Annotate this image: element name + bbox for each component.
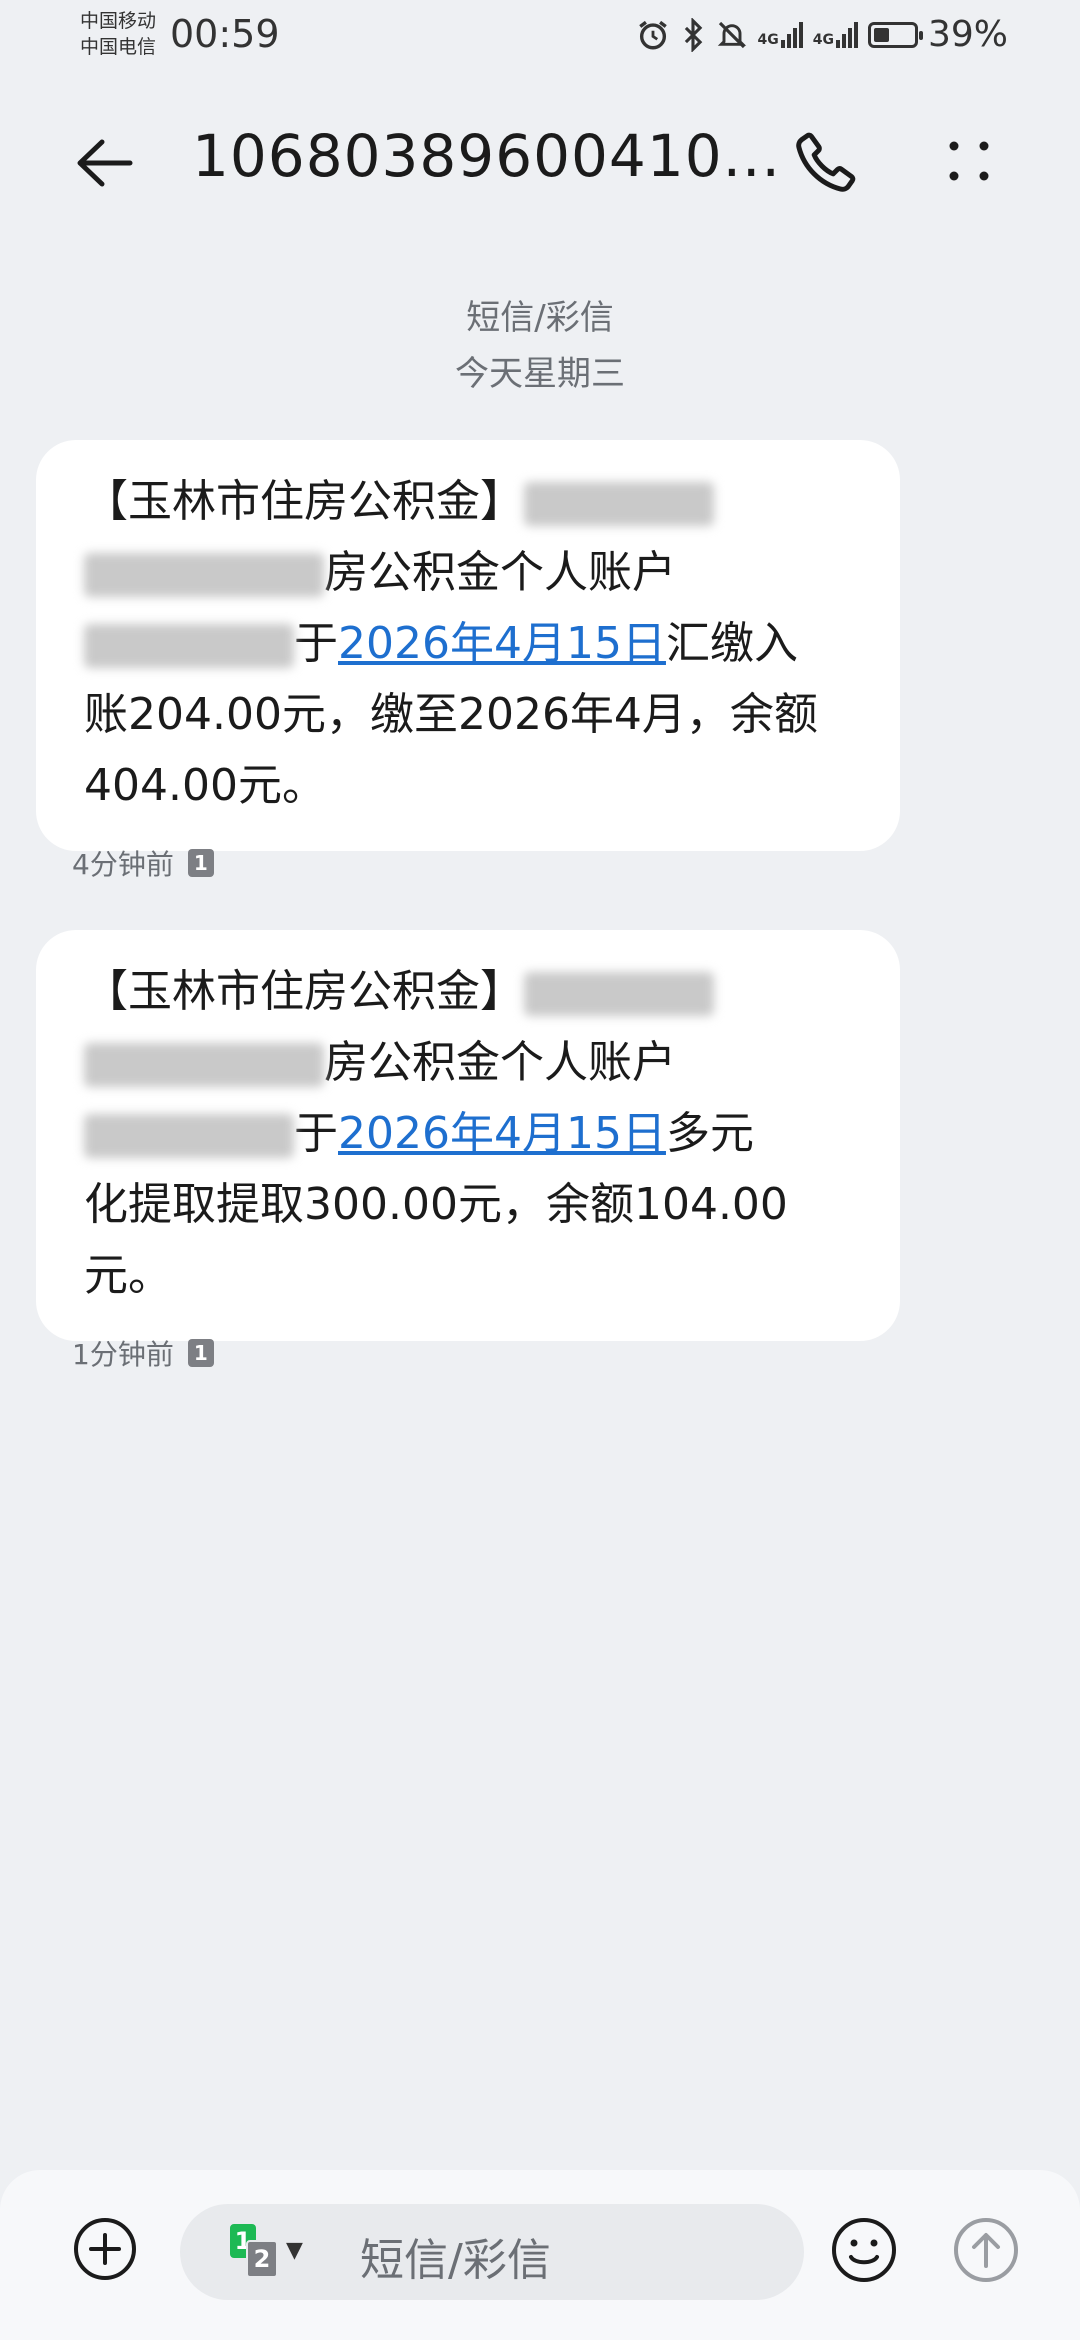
message-line: 房公积金个人账户 [84,537,856,608]
message-line: 【玉林市住房公积金】 [84,956,856,1027]
carrier-2: 中国电信 [80,36,157,58]
message-text: 汇缴入 [665,618,798,669]
back-button[interactable] [70,128,140,198]
more-vertical-icon [949,141,989,181]
message-text: 元。 [84,1250,172,1301]
message-time: 1分钟前 [72,1338,174,1371]
redacted-text [84,1114,294,1158]
smile-icon [832,2218,896,2282]
network-type-2: 4G [812,31,834,48]
message-bubble[interactable]: 【玉林市住房公积金】 房公积金个人账户 于2026年4月15日多元 化提取提取3… [36,930,900,1341]
message-line: 于2026年4月15日汇缴入 [84,608,856,679]
redacted-text [524,482,714,526]
arrow-up-circle-icon [954,2218,1018,2282]
attach-button[interactable] [72,2216,138,2282]
composer-bar: 1 2 ▼ 短信/彩信 [0,2170,1080,2340]
more-options-button[interactable] [940,130,1000,190]
channel-label: 短信/彩信 [466,298,614,338]
message-input-placeholder: 短信/彩信 [360,2235,551,2286]
chevron-down-icon: ▼ [286,2238,303,2263]
call-button[interactable] [792,126,862,196]
network-type-1: 4G [757,31,779,48]
sim-switch-button[interactable]: 1 2 ▼ [230,2224,310,2284]
plus-circle-icon [74,2218,136,2280]
message-text: 房公积金个人账户 [324,547,676,598]
status-bar: 中国移动 中国电信 00:59 4G 4G 39% [0,0,1080,70]
status-icons: 4G 4G 39% [636,14,1008,55]
message-time: 4分钟前 [72,848,174,881]
signal-1-icon: 4G [757,21,803,48]
battery-percent: 39% [927,14,1008,55]
mute-bell-icon [716,18,748,52]
redacted-text [84,624,294,668]
sim-badge: 1 [187,1339,214,1367]
contact-title[interactable]: 10680389600410... [192,122,781,190]
message-text: 房公积金个人账户 [324,1037,676,1088]
bluetooth-icon [680,17,706,52]
redacted-text [84,1043,324,1087]
message-text: 于 [294,1108,338,1159]
phone-icon [796,132,856,192]
carrier-labels: 中国移动 中国电信 [80,8,156,60]
message-text: 多元 [665,1108,754,1159]
message-meta: 4分钟前 1 [72,843,214,883]
battery-icon [867,21,923,48]
redacted-text [524,972,714,1016]
message-text: 404.00元。 [84,760,326,811]
message-meta: 1分钟前 1 [72,1333,214,1373]
date-separator: 今天星期三 [455,354,625,394]
message-text: 【玉林市住房公积金】 [84,476,524,527]
alarm-icon [636,18,670,52]
arrow-left-icon [77,139,133,187]
redacted-text [84,553,324,597]
emoji-button[interactable] [830,2216,898,2284]
signal-2-icon: 4G [812,21,858,48]
message-input[interactable]: 1 2 ▼ 短信/彩信 [180,2204,804,2300]
date-link[interactable]: 2026年4月15日 [338,1108,666,1159]
message-text: 账204.00元，缴至2026年4月，余额 [84,689,818,740]
sim-badge: 1 [187,849,214,877]
message-line: 于2026年4月15日多元 [84,1098,856,1169]
carrier-1: 中国移动 [80,10,157,32]
sim-2-badge: 2 [246,2240,278,2278]
message-bubble[interactable]: 【玉林市住房公积金】 房公积金个人账户 于2026年4月15日汇缴入 账204.… [36,440,900,851]
send-button[interactable] [952,2216,1020,2284]
message-line: 房公积金个人账户 [84,1027,856,1098]
message-text: 化提取提取300.00元，余额104.00 [84,1179,788,1230]
message-line: 【玉林市住房公积金】 [84,466,856,537]
conversation-header: 10680389600410... [0,110,1080,210]
message-text: 于 [294,618,338,669]
date-link[interactable]: 2026年4月15日 [338,618,666,669]
message-text: 【玉林市住房公积金】 [84,966,524,1017]
status-time: 00:59 [170,12,280,56]
